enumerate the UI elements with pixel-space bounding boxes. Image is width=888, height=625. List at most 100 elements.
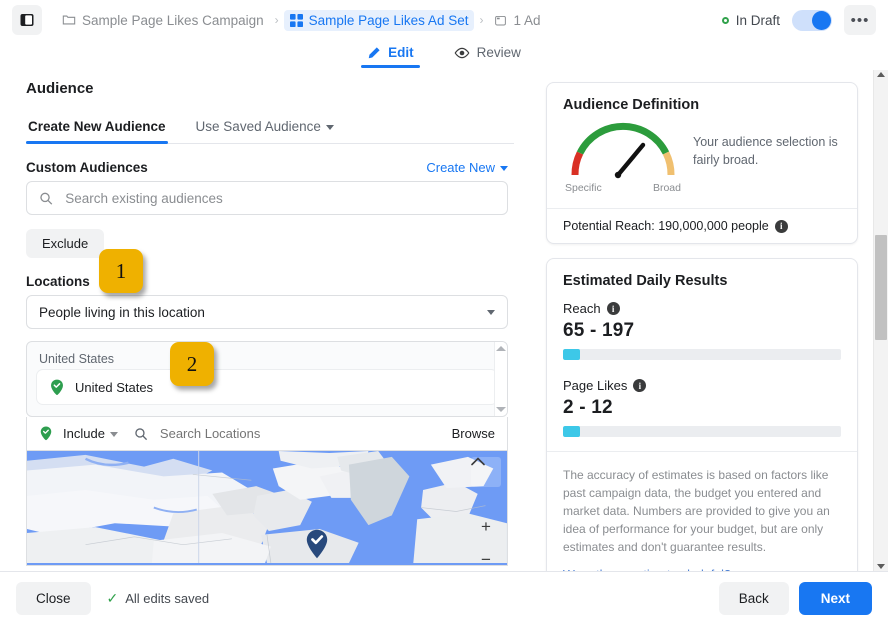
custom-audiences-label: Custom Audiences: [26, 160, 148, 175]
search-audiences-input[interactable]: [63, 189, 495, 207]
tab-edit[interactable]: Edit: [361, 42, 420, 68]
location-mode-value: People living in this location: [39, 304, 205, 320]
locations-map[interactable]: + −: [26, 451, 508, 566]
chevron-down-icon: [487, 309, 495, 315]
chevron-down-icon: [325, 124, 334, 130]
search-icon: [40, 192, 53, 205]
info-icon[interactable]: i: [774, 219, 788, 233]
ads-manager-window: Sample Page Likes Campaign › Sample Page…: [0, 0, 888, 625]
info-icon[interactable]: i: [633, 379, 647, 392]
page-title: Audience: [26, 80, 94, 97]
status-badge: In Draft: [721, 12, 780, 28]
scroll-up-arrow-icon[interactable]: [496, 346, 506, 351]
locations-scrollbar[interactable]: [494, 342, 507, 416]
top-breadcrumb-bar: Sample Page Likes Campaign › Sample Page…: [0, 0, 888, 40]
tab-use-saved-audience-label: Use Saved Audience: [195, 119, 321, 134]
breadcrumb-label-campaign: Sample Page Likes Campaign: [82, 12, 264, 28]
info-icon[interactable]: i: [606, 302, 620, 315]
selected-locations-panel: United States United States: [26, 341, 508, 417]
gauge-label-specific: Specific: [565, 182, 602, 194]
estimates-panel: Audience Definition Specific Broad Your …: [534, 70, 870, 571]
search-locations-input[interactable]: [157, 425, 442, 442]
chevron-down-icon: [500, 166, 508, 172]
exclude-button[interactable]: Exclude: [26, 229, 105, 258]
tab-create-new-audience-label: Create New Audience: [28, 119, 166, 134]
custom-audiences-header: Custom Audiences Create New: [26, 160, 508, 175]
metric-page-likes-label: Page Likes: [563, 378, 628, 393]
browse-locations-button[interactable]: Browse: [452, 426, 495, 441]
tab-review[interactable]: Review: [448, 42, 527, 68]
create-new-audience-link[interactable]: Create New: [426, 160, 508, 175]
breadcrumb-item-campaign[interactable]: Sample Page Likes Campaign: [56, 10, 270, 31]
main-content: Audience Create New Audience Use Saved A…: [0, 70, 888, 571]
metric-page-likes-value: 2 - 12: [563, 397, 613, 418]
window-icon: [495, 15, 507, 25]
location-chip-united-states[interactable]: United States: [37, 370, 497, 404]
scrollbar-thumb[interactable]: [875, 235, 887, 340]
metric-reach-bar-fill: [563, 349, 580, 360]
status-dot-icon: [721, 16, 729, 24]
location-chip-label: United States: [75, 379, 154, 395]
topbar-right-group: In Draft •••: [721, 5, 876, 35]
metric-reach-label: Reach: [563, 301, 601, 316]
page-scrollbar[interactable]: [873, 70, 888, 571]
metric-reach: Reach i 65 - 197: [563, 301, 841, 360]
breadcrumb: Sample Page Likes Campaign › Sample Page…: [56, 9, 547, 31]
audience-definition-card: Audience Definition Specific Broad Your …: [546, 82, 858, 244]
sidebar-panel-icon[interactable]: [12, 5, 42, 35]
metric-page-likes: Page Likes i 2 - 12: [563, 378, 841, 437]
draft-active-toggle[interactable]: [792, 9, 832, 31]
location-mode-select[interactable]: People living in this location: [26, 295, 508, 329]
annotation-badge-1: 1: [99, 249, 143, 293]
metric-page-likes-bar-fill: [563, 426, 580, 437]
include-dropdown[interactable]: Include: [63, 426, 118, 441]
scroll-down-arrow-icon[interactable]: [496, 407, 506, 412]
annotation-badge-2: 2: [170, 342, 214, 386]
breadcrumb-separator: ›: [274, 13, 279, 27]
chevron-down-icon: [109, 432, 118, 438]
save-status: ✓ All edits saved: [107, 590, 210, 607]
tab-edit-label: Edit: [388, 45, 414, 60]
map-graphic: [27, 451, 507, 564]
estimates-disclaimer: The accuracy of estimates is based on fa…: [563, 468, 830, 554]
audience-definition-title: Audience Definition: [563, 97, 700, 113]
search-icon: [135, 427, 147, 440]
metric-reach-bar: [563, 349, 841, 360]
map-pin-check-icon: [40, 426, 52, 441]
next-button[interactable]: Next: [798, 582, 872, 615]
gauge-graphic: [571, 122, 675, 179]
map-marker-check-icon[interactable]: [305, 529, 329, 559]
map-zoom-out-button[interactable]: −: [473, 550, 499, 565]
search-audiences-box[interactable]: [26, 181, 508, 215]
potential-reach-text: Potential Reach: 190,000,000 people: [563, 219, 769, 233]
status-label: In Draft: [735, 12, 780, 28]
tab-create-new-audience[interactable]: Create New Audience: [26, 115, 168, 144]
metric-reach-value: 65 - 197: [563, 320, 635, 341]
pencil-icon: [368, 46, 380, 58]
scroll-up-arrow-icon[interactable]: [877, 72, 885, 77]
audience-mode-tabs: Create New Audience Use Saved Audience: [26, 115, 514, 144]
audience-form-panel: Audience Create New Audience Use Saved A…: [0, 70, 534, 571]
breadcrumb-label-ad: 1 Ad: [513, 12, 541, 28]
more-options-icon[interactable]: •••: [844, 5, 876, 35]
map-pin-check-icon: [51, 379, 63, 395]
tab-use-saved-audience[interactable]: Use Saved Audience: [194, 115, 336, 143]
map-zoom-in-button[interactable]: +: [473, 517, 499, 537]
edit-review-tabs: Edit Review: [0, 40, 888, 70]
close-button[interactable]: Close: [16, 582, 91, 615]
save-status-label: All edits saved: [125, 591, 210, 606]
map-rotate-button[interactable]: [471, 457, 501, 487]
location-group-header: United States: [39, 352, 115, 366]
check-icon: ✓: [106, 590, 119, 606]
scroll-down-arrow-icon[interactable]: [877, 564, 885, 569]
location-search-toolbar: Include Browse: [26, 417, 508, 451]
estimated-results-title: Estimated Daily Results: [563, 273, 728, 289]
estimated-daily-results-card: Estimated Daily Results Reach i 65 - 197: [546, 258, 858, 571]
breadcrumb-separator-2: ›: [479, 13, 484, 27]
breadcrumb-item-ad[interactable]: 1 Ad: [488, 10, 546, 31]
bottom-action-bar: Close ✓ All edits saved Back Next: [0, 571, 888, 625]
breadcrumb-item-adset[interactable]: Sample Page Likes Ad Set: [283, 9, 475, 31]
back-button[interactable]: Back: [718, 582, 789, 615]
gauge-label-broad: Broad: [652, 182, 681, 194]
eye-icon: [454, 47, 470, 58]
